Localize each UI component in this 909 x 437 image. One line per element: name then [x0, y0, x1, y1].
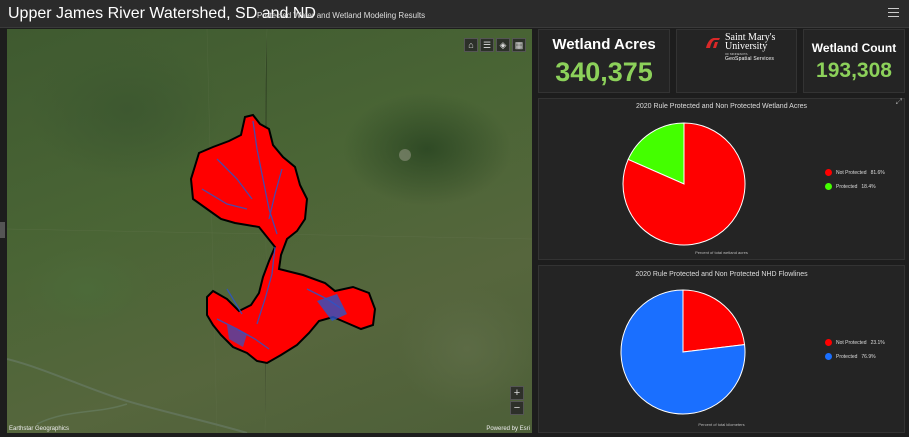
nhd-flowlines-chart-panel: 2020 Rule Protected and Non Protected NH…	[538, 265, 905, 433]
chart-title: 2020 Rule Protected and Non Protected NH…	[635, 271, 808, 278]
map-terrain	[7, 29, 532, 433]
menu-icon[interactable]	[888, 8, 899, 18]
wetland-acres-value: 340,375	[555, 57, 653, 87]
map-toolbar: ⌂ ☰ ◈ ▦	[464, 38, 526, 52]
wetland-acres-chart-panel: ⤢ 2020 Rule Protected and Non Protected …	[538, 97, 905, 260]
logo-geospatial: GeoSpatial Services	[725, 56, 775, 62]
map-view[interactable]: ⌂ ☰ ◈ ▦ + − Earthstar Geographics Powere…	[7, 29, 532, 433]
chart-footnote: Percent of total wetland acres	[695, 250, 748, 255]
legend-item: Not Protected 23.1%	[825, 339, 885, 346]
smu-logo-icon	[706, 38, 720, 48]
zoom-in-button[interactable]: +	[510, 386, 524, 400]
zoom-controls: + −	[510, 386, 524, 416]
home-icon[interactable]: ⌂	[464, 38, 478, 52]
wetland-acres-pie	[622, 122, 746, 246]
pie-slice-not-protected[interactable]	[682, 289, 746, 353]
page-subtitle: Protected Water and Wetland Modeling Res…	[257, 11, 426, 20]
legend-swatch	[825, 183, 832, 190]
app-header: Upper James River Watershed, SD and ND P…	[0, 0, 909, 28]
watershed-boundary	[189, 113, 377, 365]
logo-text: Saint Mary's University	[725, 32, 776, 52]
legend-swatch	[825, 353, 832, 360]
side-panel-toggle[interactable]	[0, 222, 5, 238]
legend-item: Not Protected 81.6%	[825, 169, 885, 176]
map-attribution: Earthstar Geographics	[9, 426, 70, 432]
legend-item: Protected 18.4%	[825, 183, 876, 190]
wetland-count-value: 193,308	[816, 59, 892, 82]
legend-item: Protected 76.9%	[825, 353, 876, 360]
layers-icon[interactable]: ◈	[496, 38, 510, 52]
list-icon[interactable]: ☰	[480, 38, 494, 52]
nhd-flowlines-pie	[620, 289, 746, 415]
grid-icon[interactable]: ▦	[512, 38, 526, 52]
chart-title: 2020 Rule Protected and Non Protected We…	[635, 103, 808, 110]
wetland-count-card: Wetland Count 193,308	[803, 29, 905, 93]
chart-footnote: Percent of total kilometers	[698, 422, 745, 427]
legend-swatch	[825, 169, 832, 176]
powered-by-link[interactable]: Powered by Esri	[486, 426, 530, 432]
legend-swatch	[825, 339, 832, 346]
wetland-acres-label: Wetland Acres	[552, 36, 656, 53]
wetland-acres-card: Wetland Acres 340,375	[538, 29, 670, 93]
logo-card: Saint Mary's University OF MINNESOTA Geo…	[676, 29, 797, 93]
wetland-count-label: Wetland Count	[811, 41, 897, 55]
zoom-out-button[interactable]: −	[510, 401, 524, 415]
